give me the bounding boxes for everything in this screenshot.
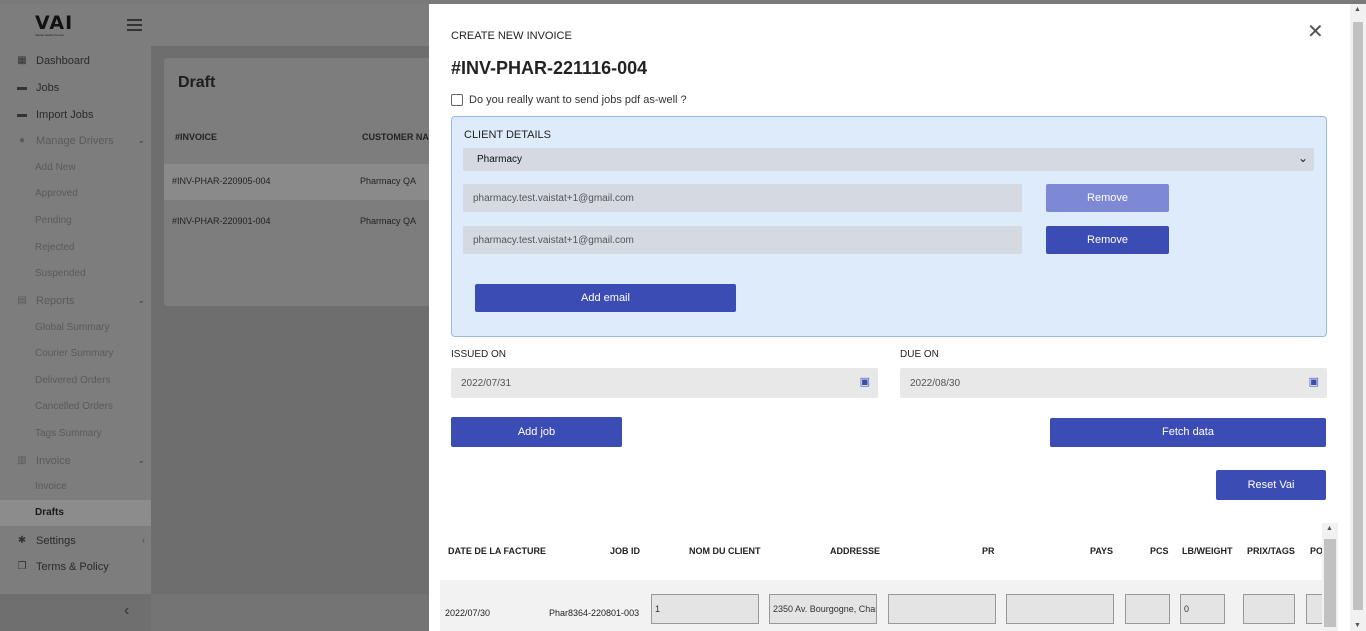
column-header-prix-tags: PRIX/TAGS xyxy=(1247,546,1295,556)
gear-icon: ✱ xyxy=(17,535,27,546)
column-header-job-id: JOB ID xyxy=(610,546,641,556)
client-details-panel: CLIENT DETAILS Pharmacy ⌄ pharmacy.test.… xyxy=(451,116,1327,337)
column-header-invoice: #INVOICE xyxy=(175,132,218,142)
sidebar-item-import-jobs[interactable]: ▬ Import Jobs xyxy=(0,102,151,128)
issued-on-label: ISSUED ON xyxy=(451,349,507,360)
column-header-weight: LB/WEIGHT xyxy=(1182,546,1233,556)
due-on-date-field[interactable]: 2022/08/30 ▣ xyxy=(900,368,1327,398)
logo-area: VAI Vaistat Health Courier xyxy=(0,4,151,46)
client-select[interactable]: Pharmacy ⌄ xyxy=(463,148,1314,171)
sidebar-item-cancelled-orders[interactable]: Cancelled Orders xyxy=(0,394,151,420)
sidebar-item-manage-drivers[interactable]: ● Manage Drivers ⌄ xyxy=(0,128,151,154)
chevron-down-icon: ⌄ xyxy=(137,135,145,145)
sidebar-item-invoice-group[interactable]: ▥ Invoice ⌄ xyxy=(0,448,151,474)
sidebar-item-courier-summary[interactable]: Courier Summary xyxy=(0,341,151,367)
sidebar-item-pending[interactable]: Pending xyxy=(0,208,151,234)
add-job-button[interactable]: Add job xyxy=(451,417,622,447)
scrollbar-thumb[interactable] xyxy=(1324,539,1336,627)
calendar-icon[interactable]: ▣ xyxy=(860,375,870,388)
send-pdf-checkbox[interactable] xyxy=(451,94,463,106)
logo[interactable]: VAI Vaistat Health Courier xyxy=(35,14,83,40)
weight-input[interactable]: 0 xyxy=(1180,594,1225,624)
reset-vai-button[interactable]: Reset Vai xyxy=(1216,470,1326,500)
report-icon: ▤ xyxy=(17,295,27,306)
sidebar-item-add-new[interactable]: Add New xyxy=(0,155,151,181)
pays-input[interactable] xyxy=(1006,594,1114,624)
user-icon: ● xyxy=(18,135,26,146)
sidebar-footer: ‹ xyxy=(0,594,151,631)
chevron-left-icon: ‹ xyxy=(142,535,145,545)
column-header-customer: CUSTOMER NAM xyxy=(362,132,437,142)
sidebar-item-jobs[interactable]: ▬ Jobs xyxy=(0,75,151,101)
table-row[interactable]: #INV-PHAR-220901-004 Pharmacy QA xyxy=(164,204,454,240)
address-input[interactable]: 2350 Av. Bourgogne, Chambly xyxy=(769,594,877,624)
column-header-pcs: PCS xyxy=(1150,546,1169,556)
sidebar-item-terms-policy[interactable]: ❐ Terms & Policy xyxy=(0,554,151,580)
scroll-up-icon[interactable]: ▲ xyxy=(1326,525,1333,532)
add-email-button[interactable]: Add email xyxy=(475,284,736,312)
scroll-down-icon[interactable]: ▼ xyxy=(1354,622,1361,629)
table-row[interactable]: #INV-PHAR-220905-004 Pharmacy QA xyxy=(164,164,454,200)
table-row: 2022/07/30 Phar8364-220801-003 1 2350 Av… xyxy=(440,580,1326,631)
sidebar-item-reports[interactable]: ▤ Reports ⌄ xyxy=(0,288,151,314)
invoice-number: #INV-PHAR-221116-004 xyxy=(451,58,648,78)
dashboard-icon: ▦ xyxy=(17,55,27,66)
scrollbar-thumb[interactable] xyxy=(1353,22,1363,610)
fetch-data-button[interactable]: Fetch data xyxy=(1050,418,1326,447)
due-on-label: DUE ON xyxy=(900,349,939,360)
scroll-up-icon[interactable]: ▲ xyxy=(1354,6,1361,13)
hamburger-menu-icon[interactable] xyxy=(127,19,142,31)
close-icon[interactable]: ✕ xyxy=(1307,22,1324,42)
sidebar-item-dashboard[interactable]: ▦ Dashboard xyxy=(0,48,151,74)
sidebar-item-drafts[interactable]: Drafts xyxy=(0,500,151,526)
email-field[interactable]: pharmacy.test.vaistat+1@gmail.com xyxy=(463,226,1022,254)
job-id: Phar8364-220801-003 xyxy=(549,608,640,618)
briefcase-icon: ▬ xyxy=(17,82,27,93)
chevron-down-icon: ⌄ xyxy=(137,295,145,305)
column-header-pr: PR xyxy=(982,546,995,556)
briefcase-icon: ▬ xyxy=(17,109,27,120)
sidebar-item-settings[interactable]: ✱ Settings ‹ xyxy=(0,528,151,554)
sidebar-item-suspended[interactable]: Suspended xyxy=(0,261,151,287)
column-header-date: DATE DE LA FACTURE xyxy=(448,546,546,556)
chevron-down-icon: ⌄ xyxy=(1297,151,1308,165)
column-header-client-name: NOM DU CLIENT xyxy=(689,546,761,556)
pr-input[interactable] xyxy=(888,594,996,624)
client-name-input[interactable]: 1 xyxy=(651,594,759,624)
chevron-down-icon: ⌄ xyxy=(137,455,145,465)
create-invoice-modal: CREATE NEW INVOICE ✕ #INV-PHAR-221116-00… xyxy=(429,4,1350,631)
job-date: 2022/07/30 xyxy=(445,608,491,618)
page-title: Draft xyxy=(178,74,216,91)
draft-card: Draft #INVOICE CUSTOMER NAM #INV-PHAR-22… xyxy=(164,58,454,306)
column-header-address: ADDRESSE xyxy=(830,546,881,556)
pcs-input[interactable] xyxy=(1125,594,1170,624)
modal-heading: CREATE NEW INVOICE xyxy=(451,30,572,42)
calendar-icon[interactable]: ▣ xyxy=(1309,375,1319,388)
sidebar: VAI Vaistat Health Courier ▦ Dashboard ▬… xyxy=(0,4,151,631)
email-field[interactable]: pharmacy.test.vaistat+1@gmail.com xyxy=(463,184,1022,212)
column-header-pays: PAYS xyxy=(1090,546,1114,556)
table-scrollbar[interactable]: ▲ xyxy=(1322,523,1338,631)
prix-tags-input[interactable] xyxy=(1243,594,1295,624)
send-pdf-label[interactable]: Do you really want to send jobs pdf as-w… xyxy=(469,94,687,106)
invoice-icon: ▥ xyxy=(17,455,27,466)
page-scrollbar[interactable]: ▲ ▼ xyxy=(1350,4,1366,631)
sidebar-item-delivered-orders[interactable]: Delivered Orders xyxy=(0,368,151,394)
issued-on-date-field[interactable]: 2022/07/31 ▣ xyxy=(451,368,878,398)
sidebar-item-invoice[interactable]: Invoice xyxy=(0,474,151,500)
client-details-title: CLIENT DETAILS xyxy=(464,129,552,141)
sidebar-item-global-summary[interactable]: Global Summary xyxy=(0,315,151,341)
document-icon: ❐ xyxy=(17,561,27,572)
sidebar-item-tags-summary[interactable]: Tags Summary xyxy=(0,421,151,447)
remove-email-button[interactable]: Remove xyxy=(1046,226,1169,254)
sidebar-item-rejected[interactable]: Rejected xyxy=(0,235,151,261)
sidebar-item-approved[interactable]: Approved xyxy=(0,181,151,207)
collapse-sidebar-icon[interactable]: ‹ xyxy=(124,602,129,620)
remove-email-button[interactable]: Remove xyxy=(1046,184,1169,212)
